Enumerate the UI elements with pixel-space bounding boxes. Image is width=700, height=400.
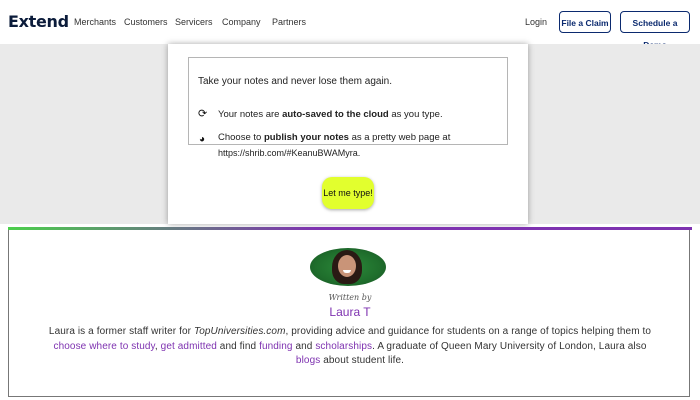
bio-text-7: about student life. bbox=[320, 355, 405, 366]
feature-autosave-post: as you type. bbox=[388, 109, 443, 120]
nav-link-customers[interactable]: Customers bbox=[124, 17, 168, 27]
feature-autosave-bold: auto-saved to the cloud bbox=[282, 109, 389, 120]
nav-link-partners[interactable]: Partners bbox=[272, 17, 306, 27]
bio-link-scholarships[interactable]: scholarships bbox=[315, 341, 372, 352]
login-link[interactable]: Login bbox=[525, 17, 547, 27]
feature-autosave: Your notes are auto-saved to the cloud a… bbox=[218, 108, 443, 121]
bio-text-5: and bbox=[292, 340, 316, 352]
written-by-label: Written by bbox=[328, 293, 372, 302]
top-nav: Extend Merchants Customers Servicers Com… bbox=[0, 0, 700, 50]
nav-link-company[interactable]: Company bbox=[222, 17, 261, 27]
sync-icon: ⟳ bbox=[198, 108, 208, 120]
bio-link-funding[interactable]: funding bbox=[259, 341, 293, 352]
publish-url[interactable]: https://shrib.com/#KeanuBWAMyra. bbox=[218, 148, 360, 158]
publish-icon: ◕ bbox=[199, 134, 206, 145]
schedule-demo-button[interactable]: Schedule a Demo bbox=[620, 11, 690, 50]
let-me-type-button[interactable]: Let me type! bbox=[322, 177, 374, 209]
author-avatar bbox=[310, 248, 386, 286]
bio-text-1: Laura is a former staff writer for bbox=[48, 326, 194, 337]
bio-site: TopUniversities.com bbox=[193, 326, 286, 337]
bio-link-choose-where-to-study[interactable]: choose where to study bbox=[53, 341, 154, 352]
bio-text-4: and find bbox=[216, 340, 260, 352]
file-claim-button[interactable]: File a Claim bbox=[559, 11, 611, 33]
feature-publish-pre: Choose to bbox=[218, 132, 264, 143]
feature-publish-bold: publish your notes bbox=[263, 132, 349, 143]
nav-link-merchants[interactable]: Merchants bbox=[74, 17, 116, 27]
bio-text-2: , providing advice and guidance for stud… bbox=[285, 326, 652, 337]
author-bio: Laura is a former staff writer for TopUn… bbox=[40, 325, 660, 369]
promo-intro: Take your notes and never lose them agai… bbox=[198, 76, 393, 87]
nav-link-servicers[interactable]: Servicers bbox=[175, 17, 213, 27]
feature-autosave-pre: Your notes are bbox=[218, 109, 283, 120]
feature-publish-post: as a pretty web page at bbox=[348, 132, 451, 143]
bio-text-6: . A graduate of Queen Mary University of… bbox=[372, 340, 647, 352]
author-name[interactable]: Laura T bbox=[0, 305, 700, 319]
bio-link-blogs[interactable]: blogs bbox=[296, 355, 320, 366]
feature-publish: Choose to publish your notes as a pretty… bbox=[218, 131, 450, 144]
bio-link-get-admitted[interactable]: get admitted bbox=[161, 341, 217, 352]
brand-logo[interactable]: Extend bbox=[8, 12, 69, 31]
